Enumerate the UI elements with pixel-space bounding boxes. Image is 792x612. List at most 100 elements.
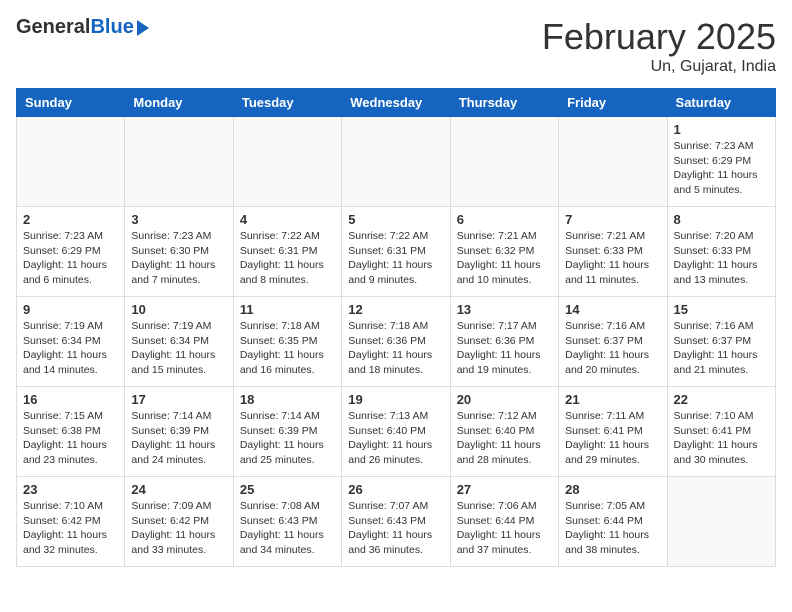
weekday-header-friday: Friday [559, 89, 667, 117]
weekday-header-thursday: Thursday [450, 89, 558, 117]
day-number: 3 [131, 212, 226, 227]
day-number: 1 [674, 122, 769, 137]
calendar-title: February 2025 [542, 16, 776, 58]
day-number: 5 [348, 212, 443, 227]
day-info: Sunrise: 7:13 AM Sunset: 6:40 PM Dayligh… [348, 409, 443, 468]
day-info: Sunrise: 7:10 AM Sunset: 6:41 PM Dayligh… [674, 409, 769, 468]
day-info: Sunrise: 7:07 AM Sunset: 6:43 PM Dayligh… [348, 499, 443, 558]
calendar-cell: 17 Sunrise: 7:14 AM Sunset: 6:39 PM Dayli… [125, 387, 233, 477]
day-info: Sunrise: 7:21 AM Sunset: 6:32 PM Dayligh… [457, 229, 552, 288]
calendar-cell: 21 Sunrise: 7:11 AM Sunset: 6:41 PM Dayli… [559, 387, 667, 477]
logo-general-text: General [16, 16, 90, 39]
day-number: 15 [674, 302, 769, 317]
week-row-4: 16 Sunrise: 7:15 AM Sunset: 6:38 PM Dayli… [17, 387, 776, 477]
page-header: General Blue February 2025 Un, Gujarat, … [16, 16, 776, 76]
day-info: Sunrise: 7:23 AM Sunset: 6:29 PM Dayligh… [23, 229, 118, 288]
calendar-cell: 24 Sunrise: 7:09 AM Sunset: 6:42 PM Dayli… [125, 477, 233, 567]
day-number: 6 [457, 212, 552, 227]
calendar-cell: 6 Sunrise: 7:21 AM Sunset: 6:32 PM Daylig… [450, 207, 558, 297]
calendar-cell: 7 Sunrise: 7:21 AM Sunset: 6:33 PM Daylig… [559, 207, 667, 297]
day-number: 18 [240, 392, 335, 407]
calendar-cell: 18 Sunrise: 7:14 AM Sunset: 6:39 PM Dayli… [233, 387, 341, 477]
day-info: Sunrise: 7:21 AM Sunset: 6:33 PM Dayligh… [565, 229, 660, 288]
day-info: Sunrise: 7:14 AM Sunset: 6:39 PM Dayligh… [240, 409, 335, 468]
calendar-cell: 10Sunrise: 7:19 AM Sunset: 6:34 PM Dayli… [125, 297, 233, 387]
calendar-subtitle: Un, Gujarat, India [542, 58, 776, 76]
day-number: 9 [23, 302, 118, 317]
day-info: Sunrise: 7:12 AM Sunset: 6:40 PM Dayligh… [457, 409, 552, 468]
day-number: 13 [457, 302, 552, 317]
calendar-cell: 16 Sunrise: 7:15 AM Sunset: 6:38 PM Dayli… [17, 387, 125, 477]
day-info: Sunrise: 7:08 AM Sunset: 6:43 PM Dayligh… [240, 499, 335, 558]
day-info: Sunrise: 7:10 AM Sunset: 6:42 PM Dayligh… [23, 499, 118, 558]
calendar-cell: 2 Sunrise: 7:23 AM Sunset: 6:29 PM Daylig… [17, 207, 125, 297]
calendar-cell: 19 Sunrise: 7:13 AM Sunset: 6:40 PM Dayli… [342, 387, 450, 477]
day-info: Sunrise: 7:14 AM Sunset: 6:39 PM Dayligh… [131, 409, 226, 468]
calendar-cell: 4 Sunrise: 7:22 AM Sunset: 6:31 PM Daylig… [233, 207, 341, 297]
calendar-cell: 12Sunrise: 7:18 AM Sunset: 6:36 PM Dayli… [342, 297, 450, 387]
calendar-cell: 25Sunrise: 7:08 AM Sunset: 6:43 PM Dayli… [233, 477, 341, 567]
day-number: 19 [348, 392, 443, 407]
calendar-table: SundayMondayTuesdayWednesdayThursdayFrid… [16, 88, 776, 567]
day-number: 12 [348, 302, 443, 317]
calendar-cell [450, 117, 558, 207]
calendar-cell [559, 117, 667, 207]
day-number: 7 [565, 212, 660, 227]
day-number: 17 [131, 392, 226, 407]
calendar-cell: 15 Sunrise: 7:16 AM Sunset: 6:37 PM Dayli… [667, 297, 775, 387]
weekday-header-sunday: Sunday [17, 89, 125, 117]
day-info: Sunrise: 7:09 AM Sunset: 6:42 PM Dayligh… [131, 499, 226, 558]
calendar-cell: 27 Sunrise: 7:06 AM Sunset: 6:44 PM Dayli… [450, 477, 558, 567]
calendar-cell: 3 Sunrise: 7:23 AM Sunset: 6:30 PM Daylig… [125, 207, 233, 297]
logo-arrow-icon [137, 20, 149, 36]
day-info: Sunrise: 7:22 AM Sunset: 6:31 PM Dayligh… [348, 229, 443, 288]
day-number: 21 [565, 392, 660, 407]
day-number: 27 [457, 482, 552, 497]
day-info: Sunrise: 7:19 AM Sunset: 6:34 PM Dayligh… [23, 319, 118, 378]
calendar-cell: 9 Sunrise: 7:19 AM Sunset: 6:34 PM Daylig… [17, 297, 125, 387]
day-number: 20 [457, 392, 552, 407]
day-info: Sunrise: 7:05 AM Sunset: 6:44 PM Dayligh… [565, 499, 660, 558]
calendar-cell: 11 Sunrise: 7:18 AM Sunset: 6:35 PM Dayli… [233, 297, 341, 387]
calendar-cell: 22 Sunrise: 7:10 AM Sunset: 6:41 PM Dayli… [667, 387, 775, 477]
calendar-cell: 1 Sunrise: 7:23 AM Sunset: 6:29 PM Daylig… [667, 117, 775, 207]
calendar-cell [342, 117, 450, 207]
week-row-2: 2 Sunrise: 7:23 AM Sunset: 6:29 PM Daylig… [17, 207, 776, 297]
weekday-header-row: SundayMondayTuesdayWednesdayThursdayFrid… [17, 89, 776, 117]
day-info: Sunrise: 7:17 AM Sunset: 6:36 PM Dayligh… [457, 319, 552, 378]
week-row-5: 23 Sunrise: 7:10 AM Sunset: 6:42 PM Dayli… [17, 477, 776, 567]
weekday-header-tuesday: Tuesday [233, 89, 341, 117]
day-info: Sunrise: 7:23 AM Sunset: 6:30 PM Dayligh… [131, 229, 226, 288]
calendar-cell: 8Sunrise: 7:20 AM Sunset: 6:33 PM Daylig… [667, 207, 775, 297]
title-block: February 2025 Un, Gujarat, India [542, 16, 776, 76]
weekday-header-saturday: Saturday [667, 89, 775, 117]
day-info: Sunrise: 7:15 AM Sunset: 6:38 PM Dayligh… [23, 409, 118, 468]
week-row-3: 9 Sunrise: 7:19 AM Sunset: 6:34 PM Daylig… [17, 297, 776, 387]
day-number: 28 [565, 482, 660, 497]
day-info: Sunrise: 7:22 AM Sunset: 6:31 PM Dayligh… [240, 229, 335, 288]
day-number: 10 [131, 302, 226, 317]
day-number: 22 [674, 392, 769, 407]
calendar-cell: 14Sunrise: 7:16 AM Sunset: 6:37 PM Dayli… [559, 297, 667, 387]
logo: General Blue [16, 16, 149, 39]
day-number: 11 [240, 302, 335, 317]
day-info: Sunrise: 7:23 AM Sunset: 6:29 PM Dayligh… [674, 139, 769, 198]
day-number: 23 [23, 482, 118, 497]
weekday-header-monday: Monday [125, 89, 233, 117]
week-row-1: 1 Sunrise: 7:23 AM Sunset: 6:29 PM Daylig… [17, 117, 776, 207]
weekday-header-wednesday: Wednesday [342, 89, 450, 117]
day-number: 8 [674, 212, 769, 227]
day-number: 2 [23, 212, 118, 227]
calendar-cell: 5 Sunrise: 7:22 AM Sunset: 6:31 PM Daylig… [342, 207, 450, 297]
day-number: 4 [240, 212, 335, 227]
day-info: Sunrise: 7:16 AM Sunset: 6:37 PM Dayligh… [674, 319, 769, 378]
day-number: 14 [565, 302, 660, 317]
day-info: Sunrise: 7:06 AM Sunset: 6:44 PM Dayligh… [457, 499, 552, 558]
day-info: Sunrise: 7:11 AM Sunset: 6:41 PM Dayligh… [565, 409, 660, 468]
day-info: Sunrise: 7:18 AM Sunset: 6:35 PM Dayligh… [240, 319, 335, 378]
day-number: 16 [23, 392, 118, 407]
calendar-cell: 13 Sunrise: 7:17 AM Sunset: 6:36 PM Dayli… [450, 297, 558, 387]
calendar-cell [125, 117, 233, 207]
calendar-cell: 20 Sunrise: 7:12 AM Sunset: 6:40 PM Dayli… [450, 387, 558, 477]
day-number: 24 [131, 482, 226, 497]
